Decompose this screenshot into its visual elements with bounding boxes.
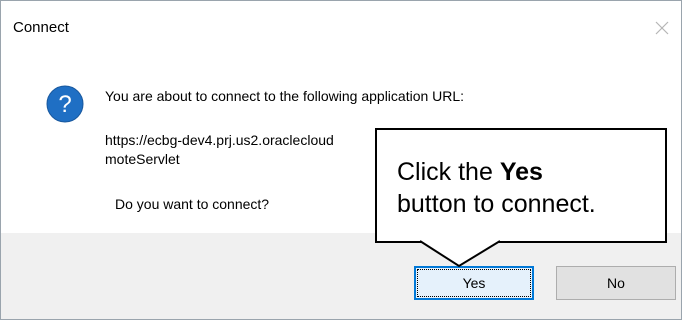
dialog-title: Connect (13, 19, 69, 36)
callout-text-bold: Yes (499, 158, 543, 186)
callout-text: Click the Yes button to connect. (397, 156, 596, 220)
callout-pointer (419, 240, 501, 268)
instruction-callout: Click the Yes button to connect. (375, 128, 667, 243)
confirm-question: Do you want to connect? (115, 196, 270, 212)
application-url-line-2: moteServlet (105, 151, 180, 167)
no-button[interactable]: No (556, 266, 676, 300)
question-icon: ? (45, 84, 85, 124)
dialog-message: You are about to connect to the followin… (105, 88, 465, 104)
callout-text-before: Click the (397, 158, 500, 186)
svg-text:?: ? (58, 91, 71, 118)
application-url-line-1: https://ecbg-dev4.prj.us2.oraclecloud (105, 132, 334, 148)
title-bar: Connect (1, 1, 681, 37)
close-icon[interactable] (651, 17, 673, 39)
button-bar: Yes No (1, 233, 681, 319)
callout-text-after: button to connect. (397, 190, 596, 218)
yes-button[interactable]: Yes (414, 266, 534, 300)
